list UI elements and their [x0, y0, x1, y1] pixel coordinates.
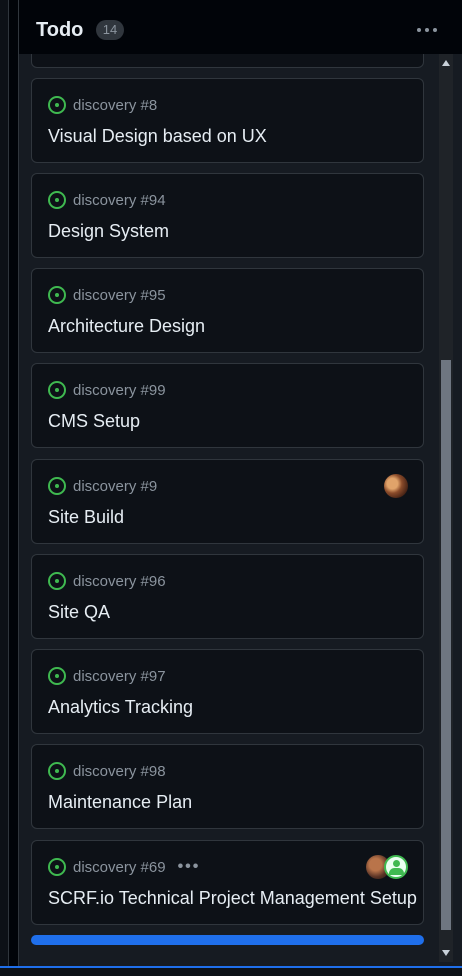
issue-open-icon — [48, 762, 66, 780]
horizontal-scrollbar[interactable] — [31, 935, 424, 945]
assignee-avatar[interactable] — [384, 474, 408, 498]
card[interactable]: discovery #99 CMS Setup — [31, 363, 424, 448]
scroll-down-arrow-icon[interactable] — [442, 950, 450, 956]
card[interactable]: discovery #97 Analytics Tracking — [31, 649, 424, 734]
adjacent-column-edge — [0, 0, 9, 966]
issue-open-icon — [48, 286, 66, 304]
scroll-up-arrow-icon[interactable] — [442, 60, 450, 66]
column-header: Todo 14 — [19, 0, 462, 54]
card-repo-number[interactable]: discovery #94 — [73, 192, 166, 209]
card[interactable]: discovery #95 Architecture Design — [31, 268, 424, 353]
card-repo-number[interactable]: discovery #99 — [73, 382, 166, 399]
card-title[interactable]: Maintenance Plan — [48, 792, 192, 813]
card[interactable]: discovery #9 Site Build — [31, 459, 424, 544]
card-title[interactable]: Visual Design based on UX — [48, 126, 267, 147]
card-partial[interactable] — [31, 54, 424, 68]
vertical-scrollbar[interactable] — [439, 54, 453, 962]
issue-open-icon — [48, 858, 66, 876]
card-repo-number[interactable]: discovery #8 — [73, 97, 157, 114]
card-title[interactable]: Architecture Design — [48, 316, 205, 337]
issue-open-icon — [48, 667, 66, 685]
card-title[interactable]: Site QA — [48, 602, 110, 623]
card-title[interactable]: Site Build — [48, 507, 124, 528]
card-title[interactable]: SCRF.io Technical Project Management Set… — [48, 888, 417, 909]
card-more-options-button[interactable]: ••• — [178, 858, 201, 876]
card-title[interactable]: Analytics Tracking — [48, 697, 193, 718]
issue-open-icon — [48, 477, 66, 495]
card-repo-number[interactable]: discovery #97 — [73, 668, 166, 685]
scrollbar-thumb[interactable] — [441, 360, 451, 930]
card-repo-number[interactable]: discovery #96 — [73, 573, 166, 590]
bottom-edge — [0, 966, 462, 976]
card-title[interactable]: Design System — [48, 221, 169, 242]
card-repo-number[interactable]: discovery #9 — [73, 478, 157, 495]
card-list: discovery #8 Visual Design based on UX d… — [31, 54, 424, 958]
column-menu-button[interactable] — [415, 24, 439, 36]
card[interactable]: discovery #98 Maintenance Plan — [31, 744, 424, 829]
issue-open-icon — [48, 191, 66, 209]
kebab-horizontal-icon — [417, 28, 421, 32]
assignee-avatar[interactable] — [384, 855, 408, 879]
card[interactable]: discovery #96 Site QA — [31, 554, 424, 639]
card[interactable]: discovery #69 ••• SCRF.io Technical Proje… — [31, 840, 424, 925]
todo-column: Todo 14 discovery #8 Visual Design based… — [18, 0, 462, 966]
issue-open-icon — [48, 572, 66, 590]
card-repo-number[interactable]: discovery #98 — [73, 763, 166, 780]
issue-open-icon — [48, 96, 66, 114]
column-title: Todo — [36, 19, 84, 41]
card-title[interactable]: CMS Setup — [48, 411, 140, 432]
card-repo-number[interactable]: discovery #69 — [73, 859, 166, 876]
card[interactable]: discovery #94 Design System — [31, 173, 424, 258]
issue-open-icon — [48, 381, 66, 399]
card-repo-number[interactable]: discovery #95 — [73, 287, 166, 304]
card[interactable]: discovery #8 Visual Design based on UX — [31, 78, 424, 163]
column-count-badge: 14 — [96, 20, 124, 40]
